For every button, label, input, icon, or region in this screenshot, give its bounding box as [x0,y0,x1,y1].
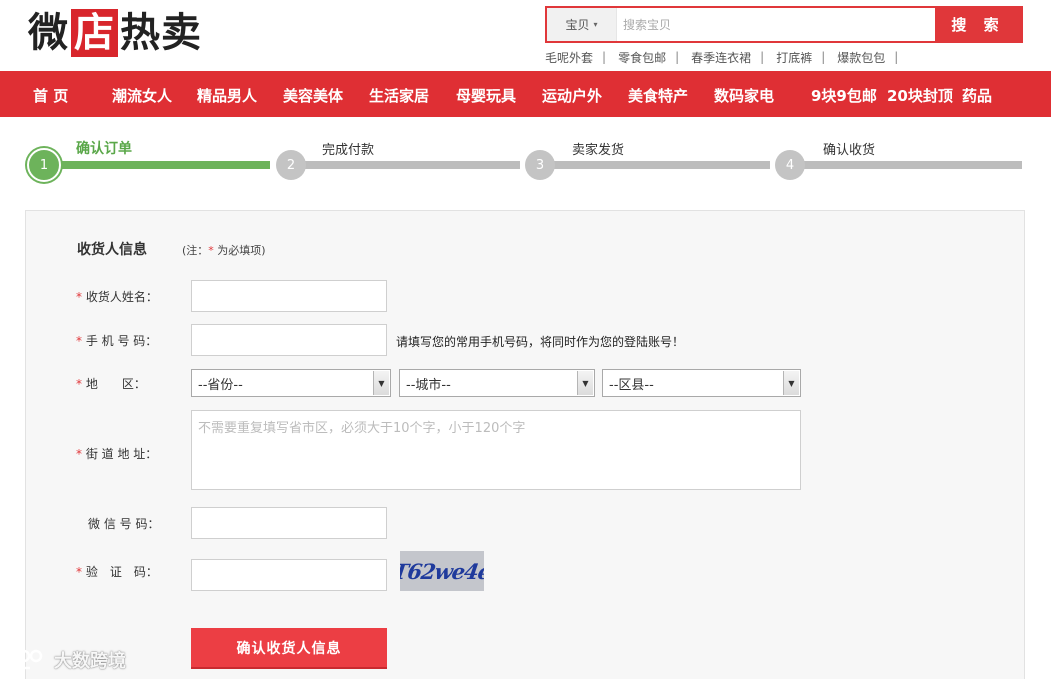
required-star: * [76,565,82,579]
dropdown-arrow-icon: ▼ [783,371,799,395]
hot-link-separator: | [821,50,826,64]
hot-link[interactable]: 毛呢外套 [545,49,602,66]
step-circle-1: 1 [27,148,61,182]
captcha-text: T62we4e [400,558,484,584]
required-note: (注：* 为必填项) [182,242,266,258]
street-label-text: 街 道 地 址： [85,447,158,461]
dropdown-arrow-icon: ▼ [577,371,593,395]
step-label-2: 完成付款 [322,143,375,158]
search-bar: 宝贝 ▾ 搜 索 [545,6,1023,43]
watermark: 大数跨境 [6,646,126,674]
hot-link[interactable]: 零食包邮 [618,49,675,66]
district-value: --区县-- [609,377,654,393]
step-bar-2 [290,161,520,169]
step-circle-2: 2 [276,150,306,180]
province-value: --省份-- [198,377,243,393]
hot-link[interactable]: 春季连衣裙 [691,49,760,66]
nav-item-food[interactable]: 美食特产 [628,85,688,106]
hot-link[interactable]: 打底裤 [776,49,821,66]
consignee-form: 收货人信息 (注：* 为必填项) * 收货人姓名： * 手 机 号 码： 请填写… [25,210,1025,679]
logo-text-boxed: 店 [71,9,118,57]
captcha-label: * 验 证 码： [76,563,158,580]
step-bar-1 [44,161,270,169]
nav-item-medicine[interactable]: 药品 [962,85,992,106]
note-suffix: 为必填项) [213,244,266,257]
phone-hint: 请填写您的常用手机号码，将同时作为您的登陆账号！ [396,335,685,349]
nav-item-men[interactable]: 精品男人 [197,85,257,106]
step-circle-4: 4 [775,150,805,180]
district-select[interactable]: --区县-- ▼ [602,369,801,397]
search-button[interactable]: 搜 索 [935,8,1021,41]
order-progress-steps: 1 2 3 4 确认订单 完成付款 卖家发货 确认收货 [0,117,1051,207]
dropdown-arrow-icon: ▼ [373,371,389,395]
hot-link-separator: | [602,50,607,64]
search-input[interactable] [623,8,933,41]
city-value: --城市-- [406,377,451,393]
captcha-input[interactable] [191,559,387,591]
search-type-dropdown[interactable]: 宝贝 ▾ [547,8,617,41]
captcha-label-text: 验 证 码： [85,565,158,579]
wechat-label: 微 信 号 码： [88,517,160,531]
nav-item-20[interactable]: 20块封顶 [887,85,953,106]
step-label-3: 卖家发货 [572,143,625,158]
form-title: 收货人信息 [77,242,147,258]
search-type-label: 宝贝 [565,18,590,32]
caret-down-icon: ▾ [593,20,598,29]
required-star: * [76,334,82,348]
name-input[interactable] [191,280,387,312]
nav-item-women[interactable]: 潮流女人 [112,85,172,106]
phone-label-text: 手 机 号 码： [85,334,158,348]
region-label: * 地 区： [76,375,146,392]
required-star: * [76,290,82,304]
watermark-text: 大数跨境 [54,651,126,672]
nav-item-baby-toys[interactable]: 母婴玩具 [456,85,516,106]
province-select[interactable]: --省份-- ▼ [191,369,391,397]
nav-item-digital[interactable]: 数码家电 [714,85,774,106]
watermark-logo-icon [8,649,43,672]
site-header: 微 店 热卖 宝贝 ▾ 搜 索 毛呢外套 | 零食包邮 | 春季连衣裙 | 打底… [0,0,1051,70]
required-star: * [76,447,82,461]
logo-text-1: 微 [28,9,69,56]
phone-label: * 手 机 号 码： [76,332,157,349]
hot-link-separator: | [675,50,680,64]
phone-input[interactable] [191,324,387,356]
step-bar-3 [540,161,770,169]
wechat-input[interactable] [191,507,387,539]
step-label-4: 确认收货 [823,143,876,158]
street-address-textarea[interactable] [191,410,801,490]
nav-item-home[interactable]: 首 页 [33,85,68,106]
step-bar-4 [790,161,1022,169]
nav-item-beauty[interactable]: 美容美体 [283,85,343,106]
name-label-text: 收货人姓名： [85,290,158,304]
hot-link-separator: | [760,50,765,64]
nav-item-sports[interactable]: 运动户外 [542,85,602,106]
step-label-1: 确认订单 [76,141,132,157]
hot-search-links: 毛呢外套 | 零食包邮 | 春季连衣裙 | 打底裤 | 爆款包包 | [545,49,910,65]
city-select[interactable]: --城市-- ▼ [399,369,595,397]
required-star: * [76,377,82,391]
logo-text-2: 热卖 [120,9,202,56]
hot-link[interactable]: 爆款包包 [837,49,894,66]
note-prefix: (注： [182,244,209,257]
captcha-image[interactable]: T62we4e [400,551,484,591]
main-nav: 首 页 潮流女人 精品男人 美容美体 生活家居 母婴玩具 运动户外 美食特产 数… [0,71,1051,117]
name-label: * 收货人姓名： [76,288,158,305]
site-logo[interactable]: 微 店 热卖 [28,8,202,58]
step-circle-3: 3 [525,150,555,180]
hot-link-separator: | [894,50,899,64]
nav-item-9-9[interactable]: 9块9包邮 [811,85,877,106]
region-label-text: 地 区： [85,377,146,391]
street-label: * 街 道 地 址： [76,445,157,462]
confirm-consignee-button[interactable]: 确认收货人信息 [191,628,387,667]
nav-item-home-living[interactable]: 生活家居 [369,85,429,106]
